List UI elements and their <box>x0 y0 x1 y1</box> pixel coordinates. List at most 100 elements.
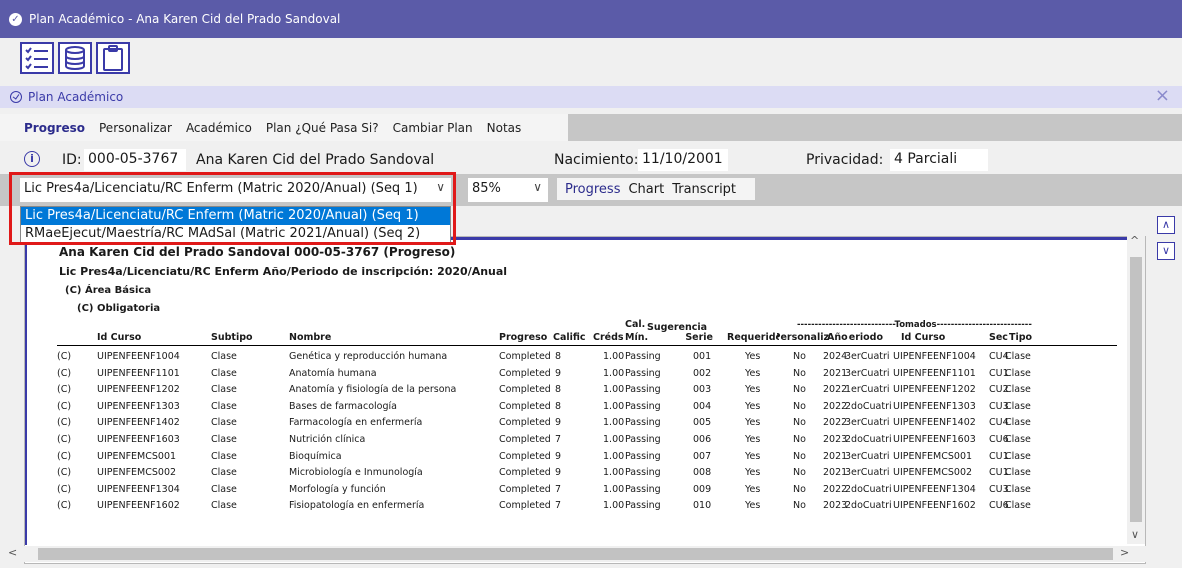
cell-s: (C) <box>57 367 72 379</box>
cell-nom: Morfología y función <box>289 483 386 495</box>
cell-yr: 2024 <box>823 351 848 362</box>
scroll-left-icon[interactable]: < <box>8 546 17 559</box>
cell-req: Yes <box>745 434 761 445</box>
cell-yr: 2021 <box>823 367 848 379</box>
cell-nom: Microbiología e Inmunología <box>289 467 423 479</box>
tab-progress[interactable]: Progress <box>565 182 620 197</box>
cell-tp: Clase <box>1005 500 1031 512</box>
cell-yr: 2023 <box>823 434 848 445</box>
cell-id2: UIPENFEENF1603 <box>893 434 976 445</box>
table-row: (C) UIPENFEENF1303 Clase Bases de farmacolo… <box>27 401 1132 417</box>
scroll-right-icon[interactable]: > <box>1120 546 1129 559</box>
zoom-value: 85% <box>472 181 501 196</box>
plan-option-2[interactable]: RMaeEjecut/Maestría/RC MAdSal (Matric 20… <box>21 225 450 243</box>
zoom-select[interactable]: 85% ∨ <box>468 178 548 202</box>
cell-per: No <box>793 500 806 512</box>
scroll-down-icon[interactable]: ∨ <box>1131 528 1139 541</box>
plan-select[interactable]: Lic Pres4a/Licenciatu/RC Enferm (Matric … <box>20 178 451 202</box>
cell-req: Yes <box>745 467 761 479</box>
cell-tp: Clase <box>1005 483 1031 495</box>
tab-progreso[interactable]: Progreso <box>24 121 85 135</box>
cell-id: UIPENFEENF1303 <box>97 400 180 412</box>
side-up-icon[interactable]: ∧ <box>1157 216 1175 234</box>
cell-tp: Clase <box>1005 434 1031 445</box>
cell-cal: 7 <box>555 500 562 512</box>
cell-s: (C) <box>57 400 72 412</box>
tab-cambiar-plan[interactable]: Cambiar Plan <box>393 121 473 135</box>
cell-tp: Clase <box>1005 467 1031 479</box>
cell-cal: 7 <box>555 483 562 495</box>
table-row: (C) UIPENFEENF1402 Clase Farmacología en en… <box>27 417 1132 433</box>
cell-id2: UIPENFEENF1303 <box>893 400 976 412</box>
horizontal-scroll-thumb[interactable] <box>38 548 1113 560</box>
cell-req: Yes <box>745 483 761 495</box>
horizontal-scrollbar[interactable]: < > <box>0 546 1182 562</box>
cell-min: Passing <box>625 384 661 396</box>
vertical-scroll-thumb[interactable] <box>1130 257 1142 522</box>
cell-req: Yes <box>745 367 761 379</box>
nav-tabs: Progreso Personalizar Académico Plan ¿Qu… <box>0 114 1182 141</box>
cell-req: Yes <box>745 417 761 429</box>
student-name: Ana Karen Cid del Prado Sandoval <box>196 152 435 168</box>
col-nombre: Nombre <box>289 332 332 343</box>
col-progreso: Progreso <box>499 332 548 343</box>
checklist-icon[interactable] <box>20 42 54 74</box>
side-down-icon[interactable]: ∨ <box>1157 242 1175 260</box>
cell-s: (C) <box>57 417 72 429</box>
col-creds: Créds <box>593 332 624 343</box>
cell-pd: 3erCuatri <box>845 467 890 479</box>
col-personaliz: Personaliz <box>777 332 829 343</box>
info-icon[interactable]: i <box>24 151 40 167</box>
tab-academico[interactable]: Académico <box>186 121 252 135</box>
cell-cal: 9 <box>555 450 562 462</box>
cell-nom: Bases de farmacología <box>289 400 397 412</box>
cell-pd: 3erCuatri <box>845 450 890 462</box>
cell-cal: 7 <box>555 434 562 445</box>
cell-id: UIPENFEMCS001 <box>97 450 177 462</box>
tab-plan-que-pasa-si[interactable]: Plan ¿Qué Pasa Si? <box>266 121 379 135</box>
id-label: ID: <box>62 152 82 168</box>
plan-option-1[interactable]: Lic Pres4a/Licenciatu/RC Enferm (Matric … <box>21 207 450 225</box>
col-sec: Sec <box>989 332 1008 343</box>
close-icon[interactable]: × <box>1155 87 1170 105</box>
plan-icon <box>10 91 22 103</box>
scroll-up-icon[interactable]: ^ <box>1130 234 1139 247</box>
nav-tab-strip: Progreso Personalizar Académico Plan ¿Qu… <box>0 114 568 141</box>
cell-nom: Anatomía humana <box>289 367 377 379</box>
database-icon[interactable] <box>58 42 92 74</box>
area-label: (C) Área Básica <box>65 285 152 296</box>
cell-min: Passing <box>625 367 661 379</box>
tab-notas[interactable]: Notas <box>487 121 522 135</box>
tab-chart[interactable]: Chart <box>628 182 664 197</box>
chevron-down-icon: ∨ <box>533 180 542 194</box>
cell-id2: UIPENFEENF1101 <box>893 367 976 379</box>
vertical-scrollbar[interactable]: ^ ∨ <box>1127 234 1145 544</box>
cell-nom: Fisiopatología en enfermería <box>289 500 425 512</box>
cell-sub: Clase <box>211 467 237 479</box>
clipboard-icon[interactable] <box>96 42 130 74</box>
cell-cal: 8 <box>555 400 562 412</box>
cell-sub: Clase <box>211 400 237 412</box>
cell-prog: Completed <box>499 483 551 495</box>
cell-ser: 009 <box>693 483 712 495</box>
col-id-tomado: Id Curso <box>901 332 946 343</box>
table-row: (C) UIPENFEMCS001 Clase Bioquímica Completed… <box>27 451 1132 467</box>
cell-cr: 1.00 <box>603 400 625 412</box>
cell-per: No <box>793 434 806 445</box>
cell-ser: 008 <box>693 467 712 479</box>
cell-sub: Clase <box>211 450 237 462</box>
cell-prog: Completed <box>499 400 551 412</box>
cell-id: UIPENFEENF1202 <box>97 384 180 396</box>
cell-s: (C) <box>57 351 72 362</box>
table-row: (C) UIPENFEENF1603 Clase Nutrición clínica C… <box>27 434 1132 450</box>
tab-personalizar[interactable]: Personalizar <box>99 121 172 135</box>
cell-tp: Clase <box>1005 450 1031 462</box>
cell-min: Passing <box>625 450 661 462</box>
table-row: (C) UIPENFEMCS002 Clase Microbiología e Inm… <box>27 467 1132 483</box>
cell-per: No <box>793 483 806 495</box>
cell-ser: 006 <box>693 434 712 445</box>
col-requerido: Requerido <box>727 332 779 343</box>
cell-per: No <box>793 384 806 396</box>
tab-transcript[interactable]: Transcript <box>672 182 736 197</box>
cell-cr: 1.00 <box>603 434 625 445</box>
